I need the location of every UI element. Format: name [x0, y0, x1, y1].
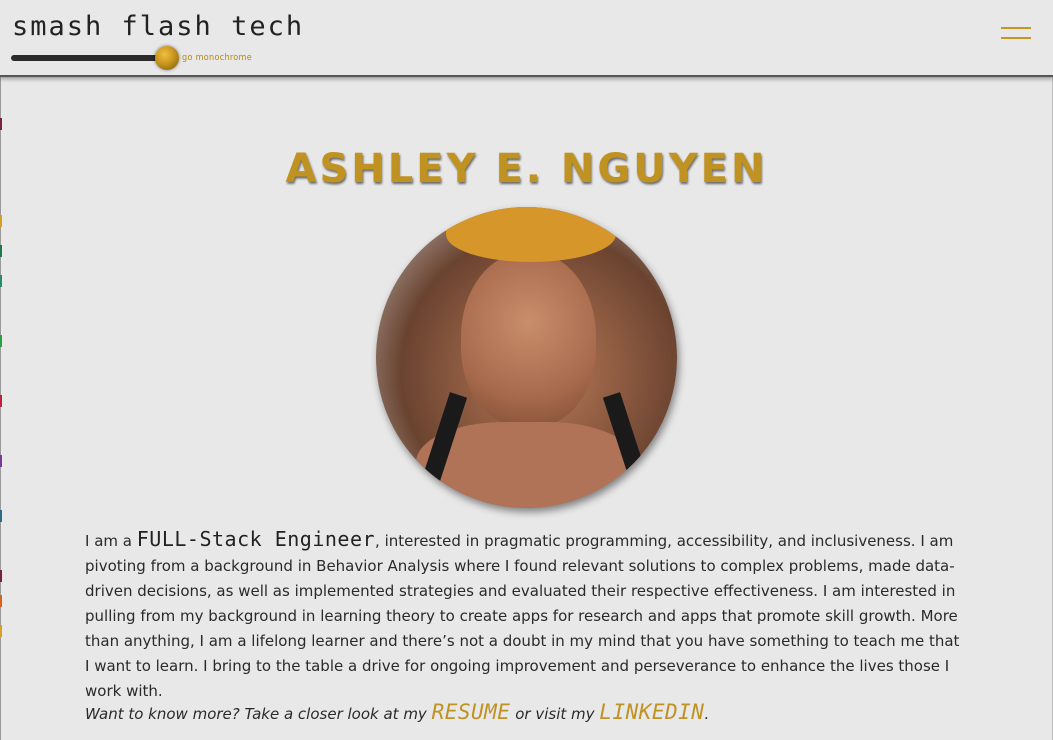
linkedin-link[interactable]: LinkedIn: [599, 700, 704, 724]
monochrome-toggle-track[interactable]: [11, 55, 171, 61]
side-mark: [0, 335, 2, 347]
resume-link[interactable]: resume: [432, 700, 511, 724]
portrait-face: [461, 252, 596, 427]
side-mark: [0, 118, 2, 130]
side-mark: [0, 215, 2, 227]
site-brand[interactable]: smash flash tech: [12, 10, 304, 44]
side-mark: [0, 625, 2, 637]
bio-intro: I am a: [85, 532, 132, 550]
hamburger-icon[interactable]: [1001, 27, 1031, 49]
portrait-cap: [446, 207, 616, 262]
side-mark: [0, 245, 2, 257]
page-title: Ashley E. Nguyen: [285, 146, 768, 192]
side-mark: [0, 275, 2, 287]
cta-middle: or visit my: [515, 705, 595, 723]
side-mark: [0, 510, 2, 522]
monochrome-toggle-label: go monochrome: [182, 53, 253, 63]
hamburger-line: [1001, 27, 1031, 29]
side-mark: [0, 595, 2, 607]
bio-body: , interested in pragmatic programming, a…: [85, 532, 960, 700]
bio-paragraph: I am a FULL-Stack Engineer, interested i…: [85, 527, 963, 704]
cta-end: .: [704, 705, 710, 723]
hamburger-line: [1001, 37, 1031, 39]
bio-role: FULL-Stack Engineer: [136, 527, 376, 551]
monochrome-toggle-knob[interactable]: [155, 46, 179, 70]
portrait-photo: [376, 207, 677, 508]
side-mark: [0, 395, 2, 407]
site-header: smash flash tech go monochrome: [0, 0, 1053, 77]
cta-lead: Want to know more? Take a closer look at…: [85, 705, 427, 723]
side-mark: [0, 570, 2, 582]
side-mark: [0, 455, 2, 467]
cta-line: Want to know more? Take a closer look at…: [85, 700, 965, 724]
